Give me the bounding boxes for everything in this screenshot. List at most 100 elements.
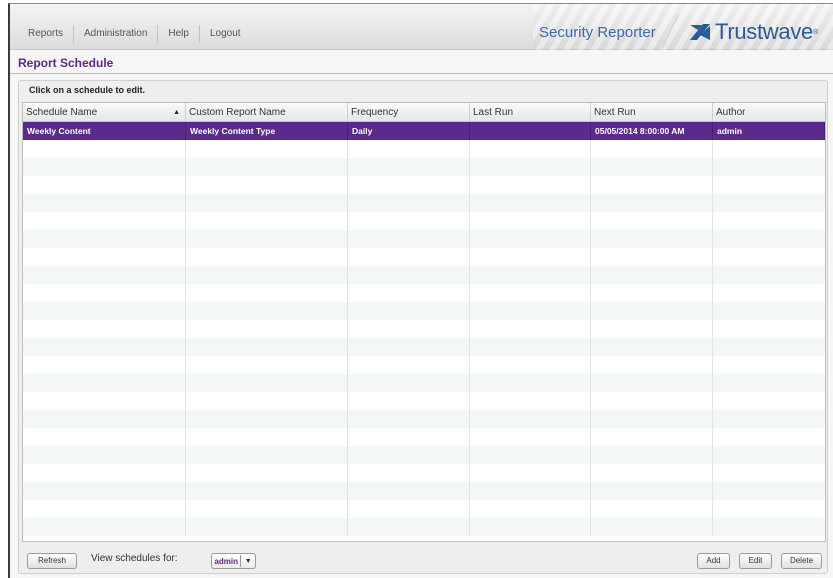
empty-cell	[470, 446, 591, 464]
empty-cell	[348, 140, 470, 158]
empty-cell	[591, 482, 713, 500]
column-next-run[interactable]: Next Run	[591, 103, 713, 122]
empty-table-row	[23, 482, 825, 500]
column-last-run[interactable]: Last Run	[470, 103, 591, 122]
empty-cell	[591, 518, 713, 536]
empty-cell	[470, 338, 591, 356]
add-button[interactable]: Add	[697, 553, 730, 569]
refresh-button[interactable]: Refresh	[27, 553, 77, 569]
empty-table-row	[23, 338, 825, 356]
empty-cell	[713, 212, 825, 230]
empty-table-row	[23, 320, 825, 338]
column-author[interactable]: Author	[713, 103, 825, 122]
empty-cell	[186, 284, 348, 302]
empty-cell	[186, 518, 348, 536]
column-frequency[interactable]: Frequency	[348, 103, 470, 122]
empty-cell	[186, 212, 348, 230]
empty-cell	[591, 284, 713, 302]
empty-cell	[23, 248, 186, 266]
empty-cell	[470, 500, 591, 518]
empty-table-row	[23, 140, 825, 158]
nav-help[interactable]: Help	[158, 25, 199, 43]
empty-cell	[348, 428, 470, 446]
empty-cell	[713, 230, 825, 248]
empty-cell	[713, 248, 825, 266]
action-bar: Refresh View schedules for: admin ▼ Add …	[19, 551, 827, 573]
main-nav: Reports Administration Help Logout	[18, 24, 251, 44]
empty-cell	[591, 194, 713, 212]
header-bar: Reports Administration Help Logout Secur…	[10, 4, 833, 50]
nav-administration[interactable]: Administration	[74, 25, 157, 43]
cell-frequency: Daily	[348, 122, 470, 140]
empty-cell	[591, 338, 713, 356]
empty-cell	[186, 464, 348, 482]
app-window: Reports Administration Help Logout Secur…	[8, 3, 833, 578]
empty-cell	[348, 176, 470, 194]
empty-cell	[23, 518, 186, 536]
empty-cell	[713, 464, 825, 482]
empty-cell	[186, 392, 348, 410]
empty-cell	[470, 374, 591, 392]
empty-cell	[713, 284, 825, 302]
empty-table-row	[23, 212, 825, 230]
chevron-down-icon: ▼	[244, 557, 252, 565]
empty-table-row	[23, 194, 825, 212]
view-schedules-select[interactable]: admin ▼	[211, 553, 256, 569]
table-header: Schedule Name ▲ Custom Report Name Frequ…	[23, 103, 825, 122]
empty-cell	[186, 266, 348, 284]
table-row[interactable]: Weekly Content Weekly Content Type Daily…	[23, 122, 825, 140]
empty-cell	[713, 158, 825, 176]
nav-logout[interactable]: Logout	[200, 25, 251, 43]
empty-cell	[470, 320, 591, 338]
empty-cell	[713, 446, 825, 464]
empty-cell	[186, 446, 348, 464]
delete-button[interactable]: Delete	[781, 553, 822, 569]
empty-cell	[186, 500, 348, 518]
empty-cell	[591, 212, 713, 230]
empty-cell	[713, 374, 825, 392]
schedule-table: Schedule Name ▲ Custom Report Name Frequ…	[22, 102, 826, 542]
empty-cell	[591, 446, 713, 464]
empty-table-row	[23, 446, 825, 464]
empty-cell	[470, 284, 591, 302]
empty-cell	[713, 392, 825, 410]
empty-cell	[713, 194, 825, 212]
empty-cell	[713, 518, 825, 536]
empty-cell	[591, 158, 713, 176]
empty-cell	[348, 158, 470, 176]
empty-cell	[23, 410, 186, 428]
column-custom-report-name[interactable]: Custom Report Name	[186, 103, 348, 122]
trustwave-logo-icon	[690, 24, 710, 40]
empty-cell	[23, 266, 186, 284]
sort-ascending-icon: ▲	[173, 109, 180, 116]
empty-table-row	[23, 302, 825, 320]
empty-cell	[470, 266, 591, 284]
empty-cell	[713, 176, 825, 194]
empty-cell	[713, 266, 825, 284]
page-title: Report Schedule	[18, 56, 114, 70]
cell-next-run: 05/05/2014 8:00:00 AM	[591, 122, 713, 140]
empty-cell	[713, 140, 825, 158]
empty-cell	[591, 356, 713, 374]
empty-cell	[591, 428, 713, 446]
empty-table-row	[23, 158, 825, 176]
empty-cell	[23, 302, 186, 320]
empty-table-row	[23, 500, 825, 518]
empty-cell	[348, 266, 470, 284]
empty-cell	[348, 338, 470, 356]
empty-cell	[470, 428, 591, 446]
empty-cell	[470, 212, 591, 230]
empty-cell	[348, 194, 470, 212]
view-schedules-label: View schedules for:	[91, 553, 178, 564]
empty-cell	[186, 410, 348, 428]
empty-cell	[23, 428, 186, 446]
empty-table-row	[23, 428, 825, 446]
empty-cell	[470, 140, 591, 158]
logo-wordmark: Trustwave	[715, 19, 813, 44]
empty-cell	[713, 500, 825, 518]
empty-rows-area	[23, 140, 825, 536]
nav-reports[interactable]: Reports	[18, 25, 73, 43]
column-schedule-name[interactable]: Schedule Name ▲	[23, 103, 186, 122]
empty-cell	[591, 248, 713, 266]
edit-button[interactable]: Edit	[739, 553, 772, 569]
